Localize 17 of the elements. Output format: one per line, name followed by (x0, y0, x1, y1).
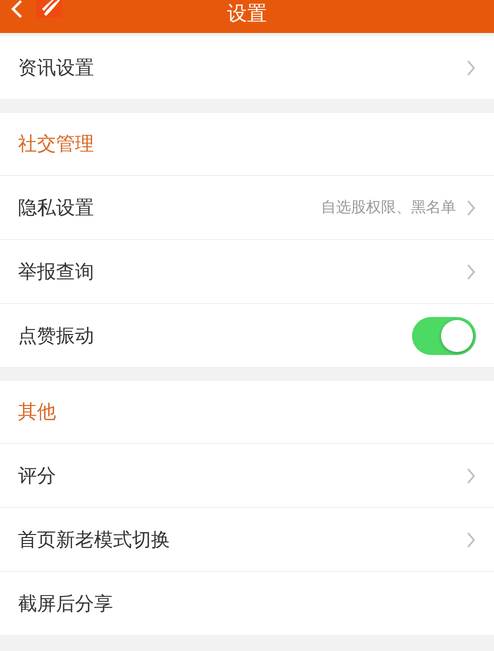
chevron-icon (466, 264, 476, 280)
row-label: 隐私设置 (18, 196, 95, 220)
logo-icon (36, 0, 62, 18)
chevron-icon (466, 60, 476, 76)
row-label: 首页新老模式切换 (18, 528, 171, 552)
row-label: 点赞振动 (18, 324, 95, 348)
chevron-icon (466, 532, 476, 548)
back-icon[interactable] (10, 0, 24, 18)
chevron-icon (466, 468, 476, 484)
row-label: 举报查询 (18, 260, 95, 284)
row-label[interactable]: 截屏后分享 (18, 590, 476, 616)
toggle-switch[interactable] (412, 316, 476, 354)
chevron-icon (466, 200, 476, 216)
row-label: 评分 (18, 464, 57, 488)
row-value: 自选股权限、黑名单 (321, 198, 456, 217)
row-label: 资讯设置 (18, 56, 95, 80)
screen-title: 设置 (227, 2, 267, 27)
